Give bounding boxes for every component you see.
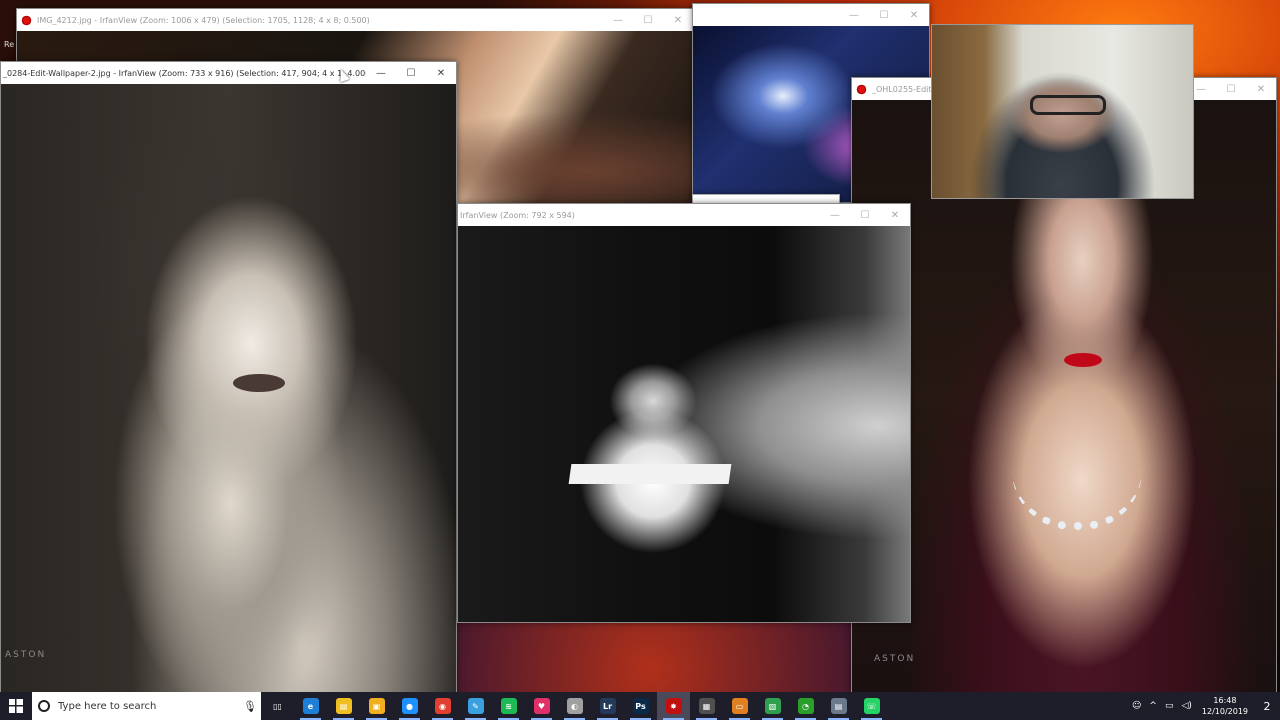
- people-icon[interactable]: ☺: [1128, 701, 1145, 711]
- taskbar-app-doc-button[interactable]: ▤: [822, 692, 855, 720]
- taskbar-file-explorer-button[interactable]: ▤: [327, 692, 360, 720]
- calculator-icon: ▦: [698, 698, 715, 714]
- edge-icon: e: [302, 698, 319, 714]
- taskbar-app-blue-button[interactable]: ●: [393, 692, 426, 720]
- chevron-up-icon[interactable]: ^: [1145, 701, 1161, 711]
- clock-time: 16:48: [1213, 696, 1237, 705]
- chrome-icon: ◉: [434, 698, 451, 714]
- maximize-button[interactable]: ☐: [1216, 78, 1246, 100]
- window-title: IrfanView (Zoom: 792 x 594): [460, 210, 575, 220]
- watermark: ASTON: [874, 654, 916, 664]
- cortana-icon: [38, 700, 50, 712]
- taskbar-calculator-button[interactable]: ▦: [690, 692, 723, 720]
- minimize-button[interactable]: —: [820, 204, 850, 226]
- portrait-detail: [1064, 353, 1102, 367]
- irfanview-icon: ✸: [665, 698, 682, 714]
- titlebar[interactable]: — ☐ ✕: [693, 4, 929, 26]
- maximize-button[interactable]: ☐: [869, 4, 899, 26]
- irfanview-icon: [856, 83, 867, 95]
- taskbar: Type here to search 🎙 ▯▯ e ▤ ▣ ● ◉ ✎ ≋ ♥ ◐ Lr Ps ✸ ▦ ▭…: [0, 692, 1280, 720]
- portrait-detail: [233, 374, 285, 392]
- clock[interactable]: 16:48 12/10/2019: [1196, 695, 1254, 717]
- app-pen-icon: ✎: [467, 698, 484, 714]
- image-canvas[interactable]: ASTON: [1, 84, 456, 692]
- taskbar-task-view-button[interactable]: ▯▯: [261, 692, 294, 720]
- whatsapp-icon: ☏: [863, 698, 880, 714]
- taskbar-apps: ▯▯ e ▤ ▣ ● ◉ ✎ ≋ ♥ ◐ Lr Ps ✸ ▦ ▭ ▧ ◔ ▤ ☏: [261, 692, 888, 720]
- taskbar-chrome-button[interactable]: ◉: [426, 692, 459, 720]
- light-table: [568, 464, 732, 484]
- spotify-icon: ≋: [500, 698, 517, 714]
- system-tray: ☺ ^ ▭ ◁) 16:48 12/10/2019 2: [1128, 692, 1280, 720]
- taskbar-app-pen-button[interactable]: ✎: [459, 692, 492, 720]
- app-grey-icon: ◐: [566, 698, 583, 714]
- taskbar-app-monitor-button[interactable]: ▭: [723, 692, 756, 720]
- file-explorer-icon: ▤: [335, 698, 352, 714]
- store-icon: ▣: [368, 698, 385, 714]
- titlebar[interactable]: _0284-Edit-Wallpaper-2.jpg - IrfanView (…: [1, 62, 456, 84]
- taskbar-app-green-button[interactable]: ▧: [756, 692, 789, 720]
- notifications-button[interactable]: 2: [1254, 700, 1280, 713]
- presenter-glasses: [1030, 95, 1106, 115]
- photoshop-icon: Ps: [632, 698, 649, 714]
- desktop-label: Re: [4, 40, 15, 49]
- app-monitor-icon: ▭: [731, 698, 748, 714]
- windows-logo-icon: [9, 699, 23, 713]
- portrait-necklace: [1012, 420, 1142, 530]
- app-pink-icon: ♥: [533, 698, 550, 714]
- microphone-icon[interactable]: 🎙: [239, 700, 261, 713]
- taskbar-photoshop-button[interactable]: Ps: [624, 692, 657, 720]
- taskbar-store-button[interactable]: ▣: [360, 692, 393, 720]
- minimize-button[interactable]: —: [839, 4, 869, 26]
- app-blue-icon: ●: [401, 698, 418, 714]
- window-wallpaper-2[interactable]: _0284-Edit-Wallpaper-2.jpg - IrfanView (…: [0, 61, 457, 693]
- close-button[interactable]: ✕: [1246, 78, 1276, 100]
- search-box[interactable]: Type here to search 🎙: [32, 692, 261, 720]
- taskbar-lightroom-button[interactable]: Lr: [591, 692, 624, 720]
- close-button[interactable]: ✕: [663, 9, 693, 31]
- network-icon[interactable]: ▭: [1161, 701, 1178, 711]
- clock-date: 12/10/2019: [1201, 707, 1248, 716]
- notification-count: 2: [1263, 699, 1271, 713]
- volume-icon[interactable]: ◁): [1177, 701, 1195, 711]
- taskbar-app-pink-button[interactable]: ♥: [525, 692, 558, 720]
- app-doc-icon: ▤: [830, 698, 847, 714]
- start-button[interactable]: [0, 692, 32, 720]
- window-studio-shot[interactable]: IrfanView (Zoom: 792 x 594) — ☐ ✕: [457, 203, 911, 623]
- taskbar-irfanview-button[interactable]: ✸: [657, 692, 690, 720]
- taskbar-wechat-button[interactable]: ◔: [789, 692, 822, 720]
- window-title: _0284-Edit-Wallpaper-2.jpg - IrfanView (…: [3, 68, 366, 78]
- task-view-icon: ▯▯: [273, 701, 282, 711]
- image-canvas[interactable]: [458, 226, 910, 622]
- webcam-overlay: [931, 24, 1194, 199]
- close-button[interactable]: ✕: [880, 204, 910, 226]
- taskbar-whatsapp-button[interactable]: ☏: [855, 692, 888, 720]
- taskbar-spotify-button[interactable]: ≋: [492, 692, 525, 720]
- watermark: ASTON: [5, 650, 47, 660]
- taskbar-app-grey-button[interactable]: ◐: [558, 692, 591, 720]
- app-green-icon: ▧: [764, 698, 781, 714]
- lightroom-icon: Lr: [599, 698, 616, 714]
- taskbar-edge-button[interactable]: e: [294, 692, 327, 720]
- maximize-button[interactable]: ☐: [396, 62, 426, 84]
- irfanview-icon: [21, 14, 32, 26]
- maximize-button[interactable]: ☐: [633, 9, 663, 31]
- minimize-button[interactable]: —: [366, 62, 396, 84]
- close-button[interactable]: ✕: [899, 4, 929, 26]
- search-placeholder: Type here to search: [58, 700, 157, 712]
- window-title: IMG_4212.jpg - IrfanView (Zoom: 1006 x 4…: [37, 15, 370, 25]
- maximize-button[interactable]: ☐: [850, 204, 880, 226]
- titlebar[interactable]: IMG_4212.jpg - IrfanView (Zoom: 1006 x 4…: [17, 9, 693, 31]
- titlebar[interactable]: IrfanView (Zoom: 792 x 594) — ☐ ✕: [458, 204, 910, 226]
- close-button[interactable]: ✕: [426, 62, 456, 84]
- wechat-icon: ◔: [797, 698, 814, 714]
- minimize-button[interactable]: —: [603, 9, 633, 31]
